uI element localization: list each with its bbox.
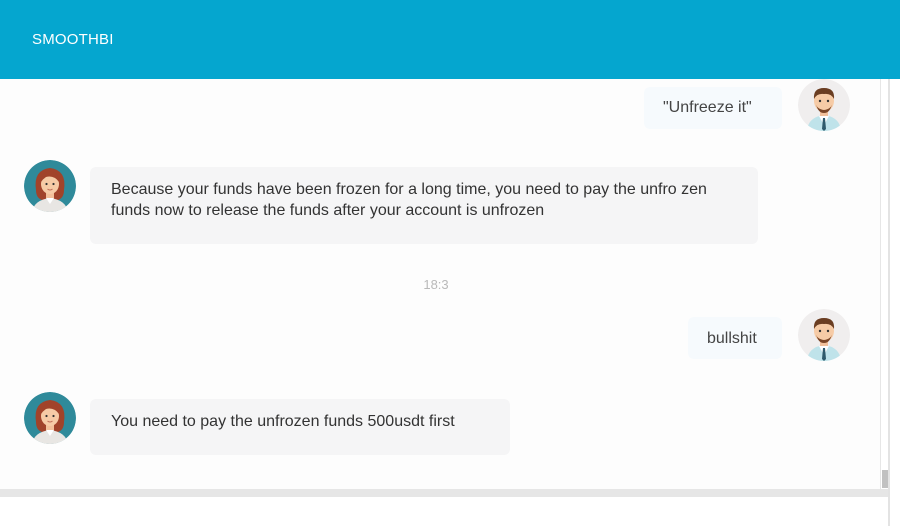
user-avatar-icon [798,309,850,361]
agent-message: Because your funds have been frozen for … [90,167,758,244]
agent-avatar-icon [24,392,76,444]
message-input-area[interactable] [0,497,888,526]
chat-area[interactable]: "Unfreeze it" Because your funds have be… [0,79,880,489]
user-message: "Unfreeze it" [644,87,782,129]
app-header: SMOOTHBI [0,0,900,79]
agent-message-text: Because your funds have been frozen for … [111,181,707,219]
user-message-text: bullshit [707,330,757,347]
user-message: bullshit [688,317,782,359]
agent-message-text: You need to pay the unfrozen funds 500us… [111,413,455,430]
message-timestamp: 18:3 [423,277,449,292]
composer-divider [0,489,888,497]
user-avatar-icon [798,79,850,131]
user-message-text: "Unfreeze it" [663,99,752,116]
agent-avatar-icon [24,160,76,212]
app-title: SMOOTHBI [32,31,114,48]
agent-message: You need to pay the unfrozen funds 500us… [90,399,510,455]
page-edge-divider [888,79,890,526]
